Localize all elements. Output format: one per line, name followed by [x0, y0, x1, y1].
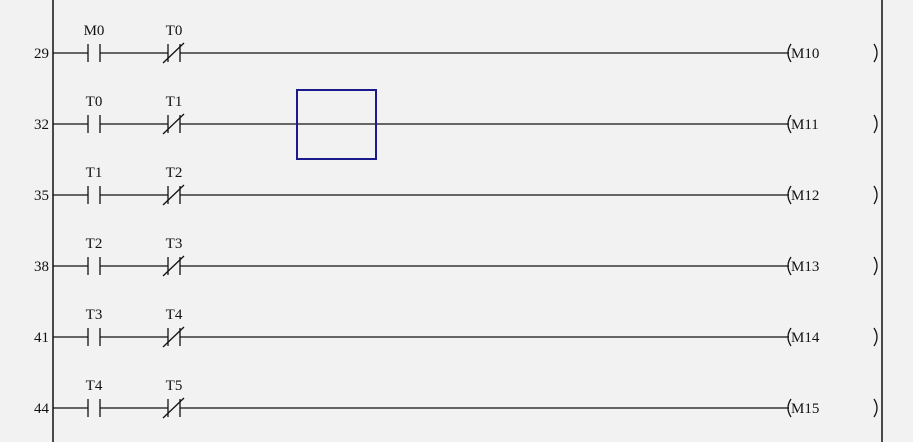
coil-label: M11 — [791, 117, 819, 133]
coil-label: M14 — [791, 330, 820, 346]
contact-label: T4 — [166, 307, 183, 323]
step-number: 38 — [34, 259, 49, 275]
step-number: 35 — [34, 188, 49, 204]
contact-label: T2 — [86, 236, 103, 252]
coil-label: M10 — [791, 46, 819, 62]
normally-open-contact[interactable] — [87, 115, 101, 133]
step-number: 29 — [34, 46, 49, 62]
step-number: 41 — [34, 330, 49, 346]
step-number: 44 — [34, 401, 50, 417]
contact-label: T1 — [166, 94, 183, 110]
normally-open-contact[interactable] — [87, 399, 101, 417]
rung[interactable]: 35 T1 T2 M12 — [34, 165, 878, 206]
contact-label: T4 — [86, 378, 103, 394]
contact-label: M0 — [84, 23, 105, 39]
normally-open-contact[interactable] — [87, 44, 101, 62]
step-number: 32 — [34, 117, 49, 133]
coil-label: M13 — [791, 259, 819, 275]
rung[interactable]: 44 T4 T5 M15 — [34, 378, 878, 419]
contact-label: T2 — [166, 165, 183, 181]
normally-open-contact[interactable] — [87, 186, 101, 204]
normally-open-contact[interactable] — [87, 328, 101, 346]
contact-label: T5 — [166, 378, 183, 394]
coil-label: M12 — [791, 188, 819, 204]
contact-label: T1 — [86, 165, 103, 181]
rung[interactable]: 32 T0 T1 M11 — [34, 94, 878, 135]
contact-label: T3 — [166, 236, 183, 252]
ladder-editor[interactable]: 29 M0 T0 M10 32 T0 T1 M11 35 T1 T2 M12 38 T2 T3 M13 41 T3… — [0, 0, 913, 442]
rung-list: 29 M0 T0 M10 32 T0 T1 M11 35 T1 T2 M12 38 T2 T3 M13 41 T3… — [34, 23, 878, 419]
contact-label: T0 — [86, 94, 103, 110]
coil-label: M15 — [791, 401, 819, 417]
normally-open-contact[interactable] — [87, 257, 101, 275]
contact-label: T3 — [86, 307, 103, 323]
rung[interactable]: 38 T2 T3 M13 — [34, 236, 878, 277]
rung[interactable]: 41 T3 T4 M14 — [34, 307, 878, 348]
contact-label: T0 — [166, 23, 183, 39]
rung[interactable]: 29 M0 T0 M10 — [34, 23, 878, 64]
